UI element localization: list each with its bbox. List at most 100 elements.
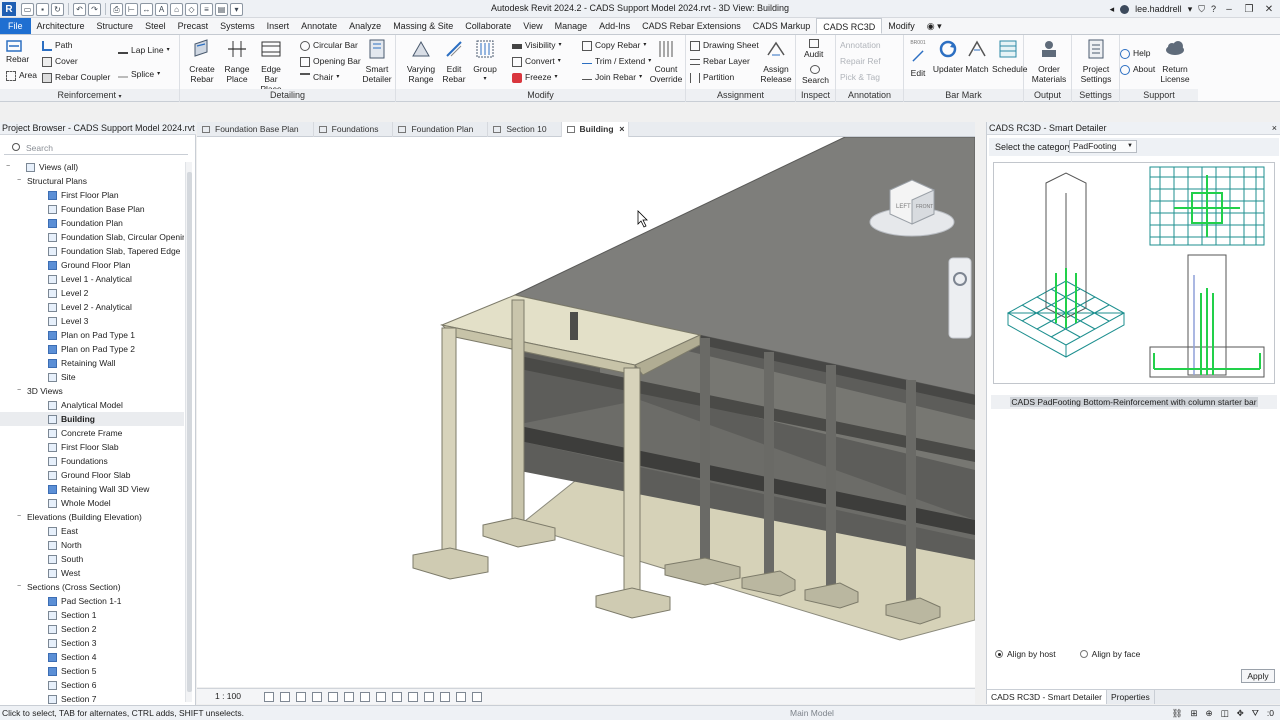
smart-detailer-button[interactable]: Smart Detailer (360, 38, 394, 84)
search-button[interactable]: Search (802, 65, 829, 87)
active-workset[interactable]: Main Model (790, 706, 834, 720)
about-button[interactable]: About (1120, 63, 1155, 76)
project-browser-scrollbar[interactable] (185, 162, 192, 702)
tree-view-item[interactable]: Section 7 (0, 692, 184, 706)
cart-icon[interactable]: ⛉ (1198, 4, 1205, 15)
tree-view-item[interactable]: Pad Section 1-1 (0, 594, 184, 608)
tree-view-item[interactable]: First Floor Plan (0, 188, 184, 202)
restore-icon[interactable]: ❐ (1242, 4, 1256, 15)
tree-view-item[interactable]: Foundation Plan (0, 216, 184, 230)
lap-line-button[interactable]: Lap Line ▾ (118, 44, 170, 57)
tab-smart-detailer[interactable]: CADS RC3D - Smart Detailer (987, 690, 1107, 704)
create-rebar-button[interactable]: Create Rebar (184, 38, 220, 84)
tab-add-ins[interactable]: Add-Ins (593, 18, 636, 34)
copy-rebar-button[interactable]: Copy Rebar ▾ (582, 39, 646, 52)
tree-view-item[interactable]: Section 3 (0, 636, 184, 650)
user-icon[interactable] (1120, 4, 1130, 14)
tree-view-item[interactable]: Retaining Wall (0, 356, 184, 370)
repair-ref-button[interactable]: Repair Ref (840, 55, 881, 68)
tab-structure[interactable]: Structure (91, 18, 140, 34)
project-browser-search[interactable]: Search (4, 141, 188, 155)
schedule-button[interactable]: Schedule (992, 38, 1027, 74)
splice-button[interactable]: Splice ▾ (118, 68, 160, 81)
tree-view-item[interactable]: Whole Model (0, 496, 184, 510)
varying-range-button[interactable]: Varying Range (404, 38, 438, 84)
updater-button[interactable]: Updater (932, 38, 964, 74)
building-model[interactable]: LEFT FRONT (197, 137, 975, 687)
rebar-button[interactable]: Rebar (6, 39, 29, 67)
user-name[interactable]: lee.haddrell (1135, 4, 1182, 14)
tab-view[interactable]: View (517, 18, 548, 34)
tree-view-item[interactable]: Foundation Slab, Circular Opening (0, 230, 184, 244)
convert-button[interactable]: Convert ▾ (512, 55, 561, 68)
tree-view-item[interactable]: Level 1 - Analytical (0, 272, 184, 286)
tab-cads-rebar-extensions[interactable]: CADS Rebar Extensions (636, 18, 747, 34)
collapse-icon[interactable]: − (15, 384, 23, 398)
minimize-icon[interactable]: – (1222, 4, 1236, 15)
tree-view-item[interactable]: Section 6 (0, 678, 184, 692)
view-tab-section-10[interactable]: Section 10 (488, 122, 562, 137)
shadows-icon[interactable] (312, 691, 322, 702)
align-by-host-radio[interactable] (995, 650, 1003, 658)
select-underlay-icon[interactable]: ⊞ (1190, 706, 1197, 720)
chevron-down-icon[interactable]: ▾ (1188, 4, 1193, 15)
collapse-icon[interactable]: − (4, 160, 12, 174)
tree-view-item[interactable]: Foundation Slab, Tapered Edge (0, 244, 184, 258)
tree-view-item[interactable]: Section 2 (0, 622, 184, 636)
tab-file[interactable]: File (0, 18, 31, 34)
tree-group-item[interactable]: −3D Views (0, 384, 184, 398)
group-button[interactable]: Group ▾ (470, 38, 500, 84)
return-license-button[interactable]: Return License (1156, 38, 1194, 84)
trim-extend-button[interactable]: Trim / Extend ▾ (582, 55, 651, 68)
tree-view-item[interactable]: Section 4 (0, 650, 184, 664)
filter-icon[interactable]: ⛛ (1252, 706, 1259, 720)
match-button[interactable]: Match (964, 38, 990, 74)
drawing-sheet-button[interactable]: Drawing Sheet (690, 39, 759, 52)
chair-button[interactable]: Chair ▾ (300, 71, 339, 84)
close-icon[interactable]: ✕ (1262, 4, 1276, 15)
tab-manage[interactable]: Manage (549, 18, 594, 34)
detail-level-icon[interactable] (264, 691, 274, 702)
tree-view-item[interactable]: Section 5 (0, 664, 184, 678)
nav-left-icon[interactable]: ◂ (1110, 4, 1115, 15)
tab-insert[interactable]: Insert (261, 18, 296, 34)
partition-button[interactable]: Partition (690, 71, 734, 84)
worksharing-icon[interactable] (424, 691, 434, 702)
freeze-button[interactable]: Freeze ▾ (512, 71, 557, 84)
highlight-icon[interactable] (456, 691, 466, 702)
tree-view-item[interactable]: East (0, 524, 184, 538)
tree-view-item[interactable]: Analytical Model (0, 398, 184, 412)
tree-view-item[interactable]: Concrete Frame (0, 426, 184, 440)
bar-mark-edit-button[interactable]: BR001 Edit (906, 38, 930, 78)
annotation-button[interactable]: Annotation (840, 39, 881, 52)
tab-precast[interactable]: Precast (172, 18, 215, 34)
show-crop-icon[interactable] (360, 691, 370, 702)
tab-collaborate[interactable]: Collaborate (459, 18, 517, 34)
align-by-face-label[interactable]: Align by face (1092, 646, 1141, 662)
join-rebar-button[interactable]: Join Rebar ▾ (582, 71, 642, 84)
tab-annotate[interactable]: Annotate (295, 18, 343, 34)
tree-view-item[interactable]: South (0, 552, 184, 566)
view-tab-building[interactable]: Building × (561, 122, 629, 137)
tree-view-item[interactable]: Foundations (0, 454, 184, 468)
select-pinned-icon[interactable]: ⊕ (1205, 706, 1212, 720)
close-tab-icon[interactable]: × (619, 122, 624, 137)
rebar-layer-button[interactable]: Rebar Layer (690, 55, 750, 68)
analytical-model-icon[interactable] (440, 691, 450, 702)
select-links-icon[interactable]: ⛓ (1172, 706, 1183, 720)
opening-bar-button[interactable]: Opening Bar (300, 55, 361, 68)
panel-title-reinforcement[interactable]: Reinforcement ▾ (0, 89, 179, 101)
view-tab-foundation-base-plan[interactable]: Foundation Base Plan (197, 122, 314, 137)
collapse-icon[interactable]: − (15, 510, 23, 524)
collapse-icon[interactable]: − (15, 580, 23, 594)
tree-view-item[interactable]: Section 1 (0, 608, 184, 622)
collapse-icon[interactable]: − (15, 174, 23, 188)
visibility-button[interactable]: Visibility ▾ (512, 39, 562, 52)
tree-view-item[interactable]: Level 2 - Analytical (0, 300, 184, 314)
tree-view-item[interactable]: North (0, 538, 184, 552)
visual-style-icon[interactable] (280, 691, 290, 702)
align-by-face-radio[interactable] (1079, 650, 1088, 658)
tree-group-item[interactable]: − Views (all) (0, 160, 184, 174)
edit-rebar-button[interactable]: Edit Rebar (440, 38, 468, 84)
tree-group-item[interactable]: − Elevations (Building Elevation) (0, 510, 184, 524)
